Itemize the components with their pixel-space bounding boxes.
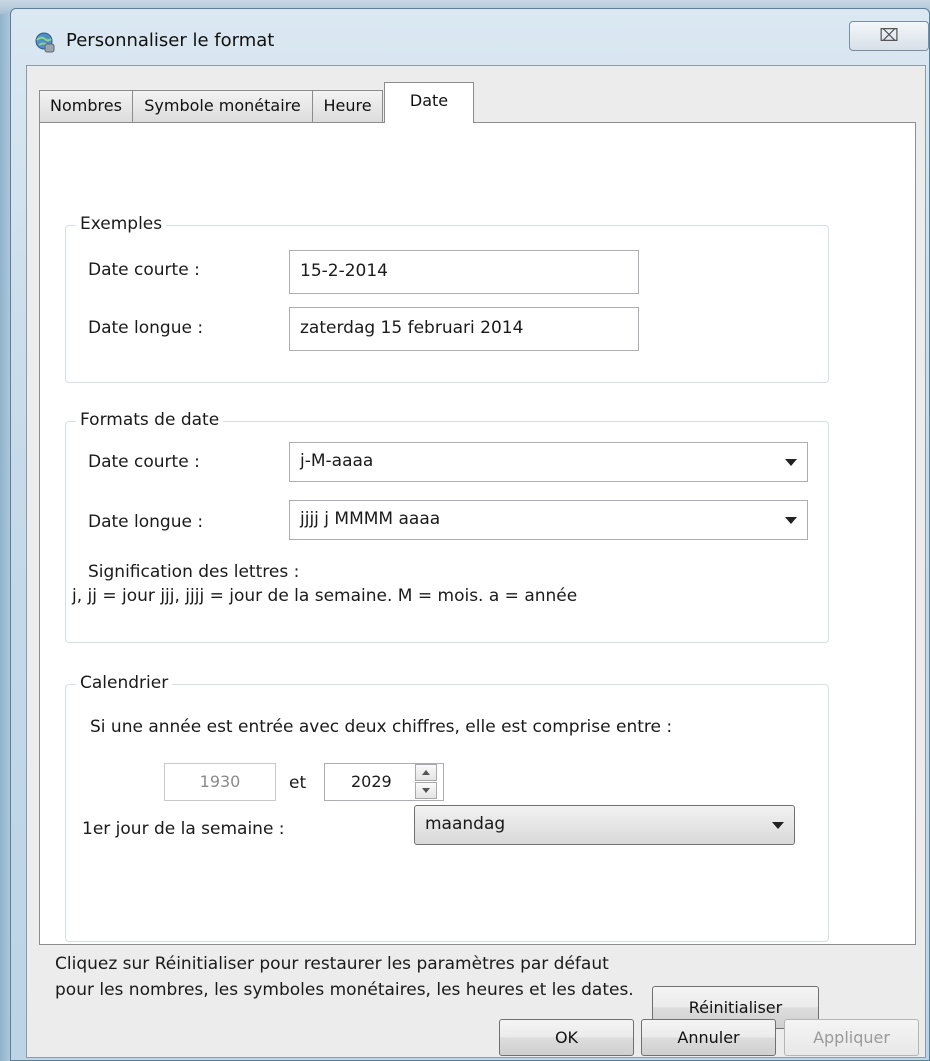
- chevron-down-icon: [785, 517, 797, 524]
- calendar-group-label: Calendrier: [76, 673, 173, 693]
- date-formats-group: Formats de date Date courte : j-M-aaaa D…: [65, 410, 829, 643]
- tab-heure[interactable]: Heure: [312, 90, 383, 122]
- long-date-example-field[interactable]: zaterdag 15 februari 2014: [289, 307, 639, 351]
- short-date-format-value: j-M-aaaa: [300, 451, 374, 471]
- tab-label: Symbole monétaire: [144, 96, 301, 115]
- letters-meaning-text: j, jj = jour jjj, jjjj = jour de la sema…: [72, 586, 578, 606]
- cancel-button[interactable]: Annuler: [641, 1019, 776, 1056]
- tab-label: Heure: [323, 96, 372, 115]
- examples-short-date-label: Date courte :: [88, 260, 200, 280]
- close-icon: ⌧: [879, 26, 899, 46]
- short-date-example-field[interactable]: 15-2-2014: [289, 250, 639, 294]
- first-day-combo[interactable]: maandag: [414, 805, 795, 845]
- examples-group: Exemples Date courte : 15-2-2014 Date lo…: [65, 214, 829, 383]
- apply-button: Appliquer: [784, 1019, 919, 1056]
- formats-short-date-label: Date courte :: [88, 452, 200, 472]
- calendar-group: Calendrier Si une année est entrée avec …: [65, 673, 829, 942]
- customize-format-dialog: Personnaliser le format ⌧ Nombres Symbol…: [10, 8, 930, 1061]
- first-day-value: maandag: [425, 814, 506, 834]
- year-from-field: 1930: [164, 763, 276, 801]
- reset-info-text: Cliquez sur Réinitialiser pour restaurer…: [55, 954, 634, 1000]
- examples-long-date-label: Date longue :: [88, 318, 204, 338]
- tab-symbole-monetaire[interactable]: Symbole monétaire: [132, 90, 313, 122]
- two-digit-year-text: Si une année est entrée avec deux chiffr…: [90, 717, 673, 737]
- tab-date[interactable]: Date: [384, 82, 474, 123]
- formats-long-date-label: Date longue :: [88, 512, 204, 532]
- dialog-title: Personnaliser le format: [66, 30, 275, 51]
- ok-button[interactable]: OK: [499, 1019, 634, 1056]
- close-button[interactable]: ⌧: [849, 21, 929, 51]
- year-to-spinner[interactable]: [415, 764, 437, 800]
- spin-down-icon[interactable]: [415, 782, 437, 799]
- long-date-format-value: jjjj j MMMM aaaa: [300, 509, 441, 529]
- tab-label: Date: [409, 91, 449, 110]
- dialog-client-area: Nombres Symbole monétaire Heure Date Exe…: [26, 65, 926, 1058]
- chevron-down-icon: [772, 822, 784, 829]
- first-day-label: 1er jour de la semaine :: [82, 819, 285, 839]
- tab-nombres[interactable]: Nombres: [39, 90, 133, 122]
- short-date-format-combo[interactable]: j-M-aaaa: [289, 442, 808, 482]
- letters-meaning-title: Signification des lettres :: [88, 562, 300, 582]
- globe-settings-icon: [35, 32, 55, 53]
- and-label: et: [289, 773, 307, 793]
- spin-up-icon[interactable]: [415, 764, 437, 781]
- date-tab-panel: Exemples Date courte : 15-2-2014 Date lo…: [39, 122, 916, 1029]
- examples-group-label: Exemples: [76, 214, 167, 234]
- long-date-format-combo[interactable]: jjjj j MMMM aaaa: [289, 500, 808, 540]
- chevron-down-icon: [785, 459, 797, 466]
- tab-label: Nombres: [50, 96, 122, 115]
- date-formats-group-label: Formats de date: [76, 410, 224, 430]
